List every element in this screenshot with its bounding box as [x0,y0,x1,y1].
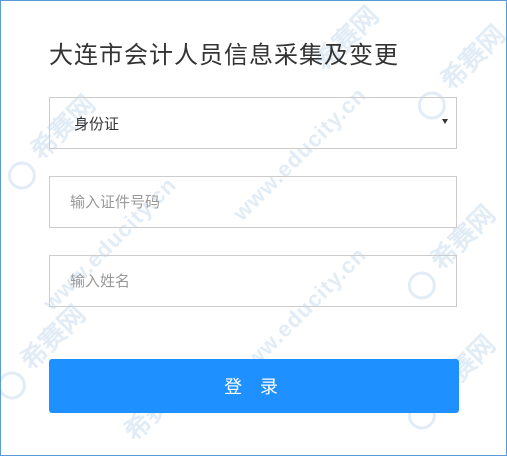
page-title: 大连市会计人员信息采集及变更 [49,41,399,69]
login-button[interactable]: 登 录 [49,359,459,413]
caret-down-icon [442,119,448,124]
educity-logo-icon [1,365,32,406]
id-type-selected-value: 身份证 [74,114,120,133]
id-number-input[interactable] [49,176,457,228]
name-input[interactable] [49,255,457,307]
educity-logo-icon [1,155,42,196]
id-type-select[interactable]: 身份证 [49,97,457,149]
login-panel: 希赛网 www.educity.cn 希赛网 www.educity.cn ww… [0,0,507,456]
